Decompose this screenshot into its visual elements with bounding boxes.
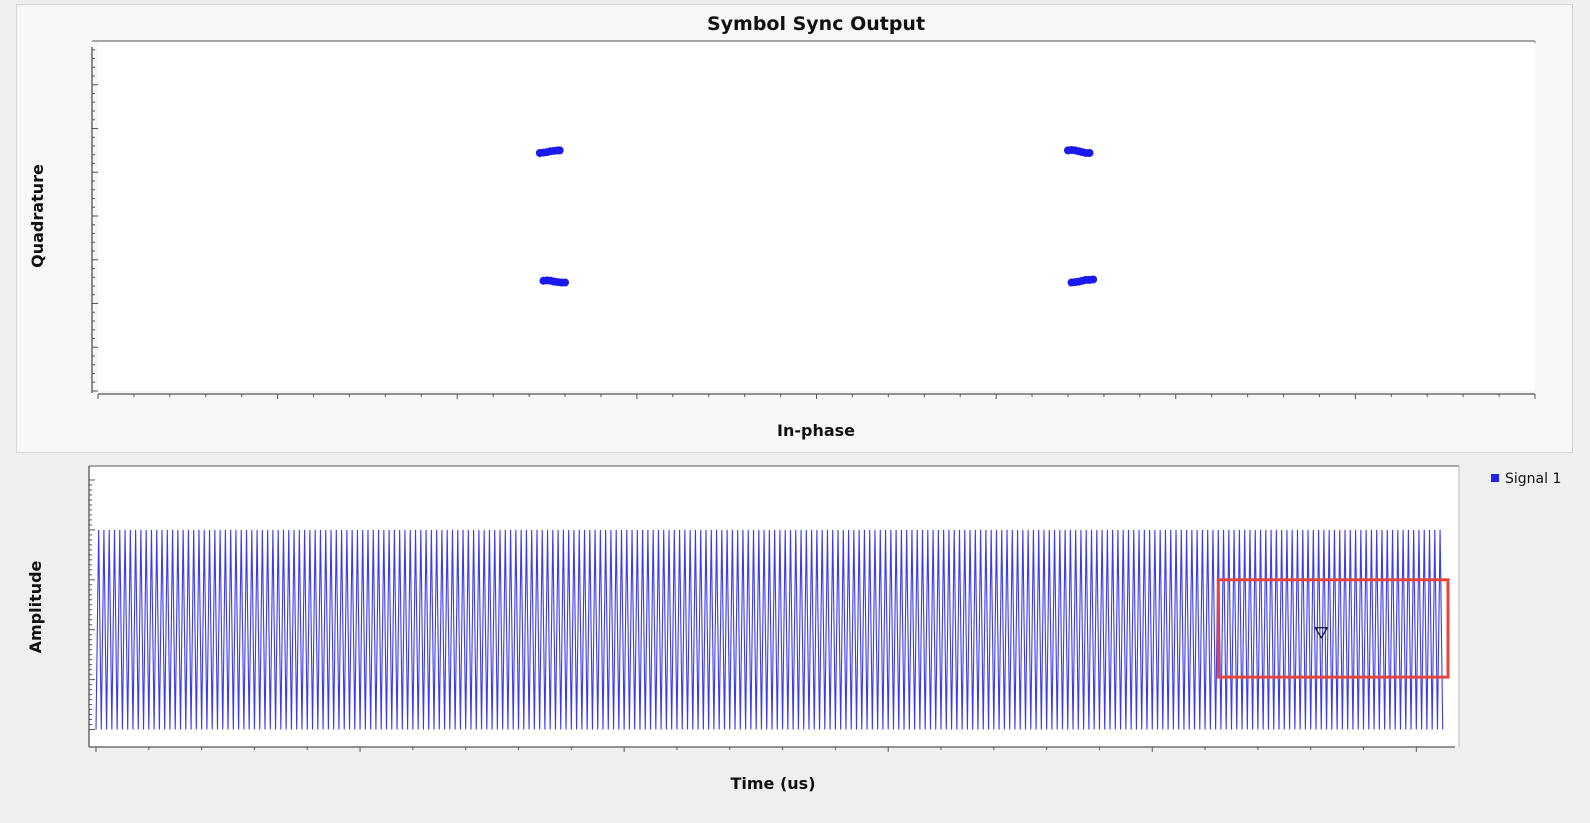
data-point — [561, 278, 570, 287]
data-point — [1085, 149, 1094, 157]
data-point — [1089, 275, 1098, 284]
time-plot: Time (us) Amplitude Signal 1 — [26, 465, 1561, 793]
x-axis-label: In-phase — [777, 421, 855, 440]
chart-title: Symbol Sync Output — [707, 13, 925, 35]
constellation-plot: Symbol Sync Output In-phase Quadrature — [28, 13, 1536, 440]
plot-area — [98, 41, 1535, 391]
legend-swatch — [1491, 474, 1499, 482]
legend: Signal 1 — [1491, 471, 1561, 487]
data-point — [555, 146, 564, 155]
y-axis-label: Amplitude — [26, 560, 45, 653]
time-plot-panel: Time (us) Amplitude Signal 1 — [0, 460, 1590, 823]
constellation-plot-panel: Symbol Sync Output In-phase Quadrature — [16, 4, 1573, 453]
legend-label: Signal 1 — [1505, 471, 1561, 487]
y-axis-label: Quadrature — [28, 164, 47, 268]
x-axis-label: Time (us) — [730, 774, 815, 793]
